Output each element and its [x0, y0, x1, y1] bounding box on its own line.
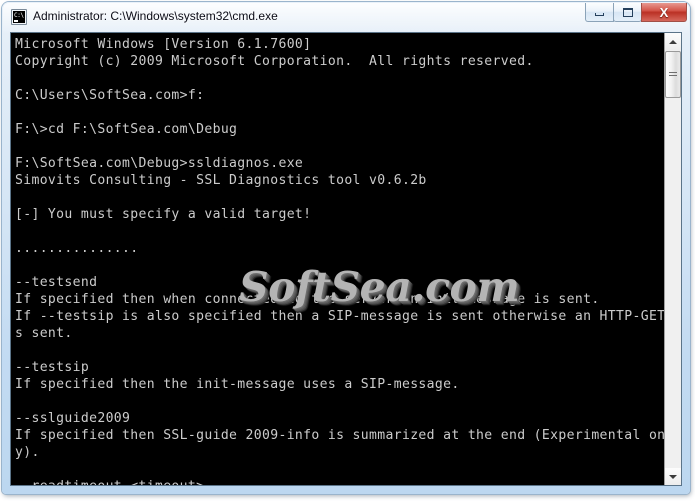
console-line: Simovits Consulting - SSL Diagnostics to…	[15, 173, 427, 188]
console-line: If --testsip is also specified then a SI…	[15, 309, 664, 324]
caption-button-group: X	[585, 3, 687, 22]
triangle-up-icon	[669, 39, 677, 44]
close-button-label: X	[659, 4, 669, 20]
console-line: --readtimeout <timeout>	[15, 478, 664, 485]
close-button[interactable]: X	[641, 3, 687, 22]
console-line: ...............	[15, 241, 139, 256]
vertical-scrollbar[interactable]	[664, 33, 681, 485]
console-output[interactable]: Microsoft Windows [Version 6.1.7600] Copy…	[11, 33, 664, 485]
title-bar[interactable]: C:\ Administrator: C:\Windows\system32\c…	[2, 2, 690, 32]
console-line: Copyright (c) 2009 Microsoft Corporation…	[15, 54, 534, 69]
console-client-area[interactable]: Microsoft Windows [Version 6.1.7600] Copy…	[10, 32, 682, 486]
minimize-icon	[586, 3, 613, 21]
console-line: [-] You must specify a valid target!	[15, 207, 312, 222]
console-line: F:\>cd F:\SoftSea.com\Debug	[15, 122, 238, 137]
console-line: --sslguide2009	[15, 411, 131, 426]
cmd-console-icon: C:\	[11, 9, 27, 25]
console-line: If specified then the init-message uses …	[15, 377, 460, 392]
maximize-button[interactable]	[613, 3, 642, 22]
maximize-icon	[614, 3, 641, 21]
scroll-up-arrow[interactable]	[665, 33, 681, 50]
cmd-icon-prompt-text: C:\	[14, 12, 24, 19]
console-line: --testsend	[15, 275, 98, 290]
minimize-button[interactable]	[585, 3, 614, 22]
cmd-icon-cursor	[14, 20, 18, 22]
console-line: s sent.	[15, 326, 73, 341]
triangle-down-icon	[669, 474, 677, 479]
scroll-thumb-grip-icon	[669, 71, 677, 78]
cmd-icon-screen: C:\	[13, 11, 25, 23]
scrollbar-track[interactable]	[665, 50, 681, 468]
console-line: If specified then when connected to the …	[15, 292, 600, 307]
desktop-background: C:\ Administrator: C:\Windows\system32\c…	[0, 0, 695, 504]
console-line: F:\SoftSea.com\Debug>ssldiagnos.exe	[15, 156, 304, 171]
close-icon: X	[642, 3, 686, 21]
console-line: --testsip	[15, 360, 90, 375]
console-line: If specified then SSL-guide 2009-info is…	[15, 428, 664, 443]
window-title: Administrator: C:\Windows\system32\cmd.e…	[33, 9, 278, 23]
console-line: C:\Users\SoftSea.com>f:	[15, 88, 205, 103]
console-line: Microsoft Windows [Version 6.1.7600]	[15, 37, 312, 52]
console-line: y).	[15, 445, 40, 460]
cmd-window[interactable]: C:\ Administrator: C:\Windows\system32\c…	[2, 2, 690, 494]
scroll-thumb[interactable]	[665, 51, 681, 98]
scroll-down-arrow[interactable]	[665, 468, 681, 485]
